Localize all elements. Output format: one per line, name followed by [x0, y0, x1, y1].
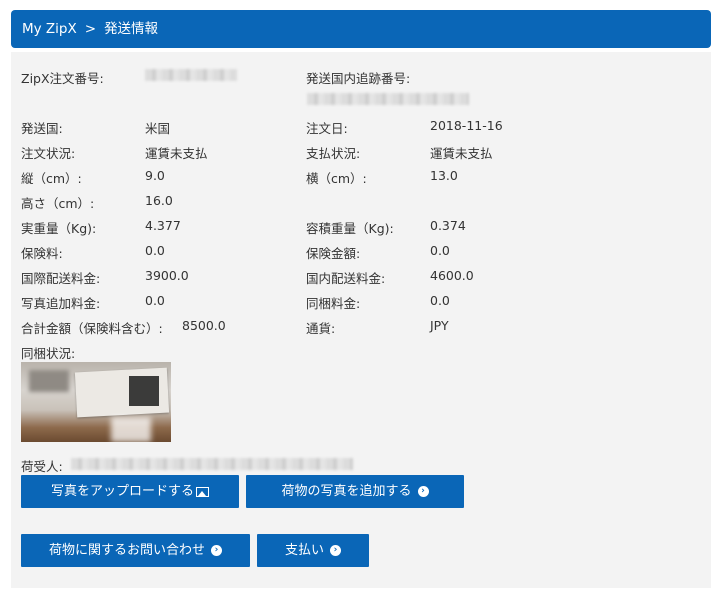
row-label: 注文状況:	[21, 146, 76, 161]
package-photo[interactable]	[21, 362, 171, 442]
row-label: 発送国:	[21, 121, 63, 136]
pay-button[interactable]: 支払い ›	[257, 534, 369, 567]
row-label: 注文日:	[306, 121, 348, 136]
order-number-label: ZipX注文番号:	[21, 71, 104, 86]
circle-arrow-right-icon: ›	[417, 486, 429, 497]
row-value: 16.0	[145, 193, 173, 208]
add-photo-button[interactable]: 荷物の写真を追加する ›	[246, 475, 464, 508]
circle-arrow-right-icon: ›	[211, 545, 222, 556]
row-label: 保険金額:	[306, 246, 361, 261]
row-value: 0.0	[430, 243, 450, 258]
circle-arrow-right-icon: ›	[330, 545, 341, 556]
recipient-label: 荷受人:	[21, 459, 63, 474]
row-value: JPY	[430, 318, 449, 333]
shipment-info-panel: ZipX注文番号: 発送国内追跡番号: 発送国: 米国 注文日: 2018-11…	[11, 52, 711, 588]
row-value: 3900.0	[145, 268, 189, 283]
add-photo-label: 荷物の写真を追加する	[281, 484, 412, 499]
domestic-tracking-redacted	[307, 93, 469, 105]
photo-blur-region	[29, 370, 69, 392]
photo-wrap	[111, 417, 151, 442]
row-label: 容積重量（Kg):	[306, 221, 394, 236]
row-value: 0.374	[430, 218, 466, 233]
order-number-redacted	[145, 69, 237, 81]
row-label: 支払状況:	[306, 146, 361, 161]
row-label: 国内配送料金:	[306, 271, 386, 286]
inquiry-button[interactable]: 荷物に関するお問い合わせ ›	[21, 534, 250, 567]
upload-photo-label: 写真をアップロードする	[50, 484, 194, 499]
domestic-tracking-label: 発送国内追跡番号:	[306, 71, 411, 86]
row-label: 縦（cm）:	[21, 171, 82, 186]
bundle-status-label: 同梱状況:	[21, 346, 76, 361]
row-value: 0.0	[430, 293, 450, 308]
row-label: 横（cm）:	[306, 171, 367, 186]
photo-package-label	[129, 376, 159, 406]
row-value: 2018-11-16	[430, 118, 503, 133]
row-value: 4.377	[145, 218, 181, 233]
row-value: 9.0	[145, 168, 165, 183]
row-label: 高さ（cm）:	[21, 196, 95, 211]
row-value: 運賃未支払	[145, 146, 208, 161]
row-value: 4600.0	[430, 268, 474, 283]
breadcrumb-current: 発送情報	[104, 21, 159, 37]
row-label: 通貨:	[306, 321, 336, 336]
recipient-redacted	[71, 458, 353, 470]
row-value: 0.0	[145, 243, 165, 258]
upload-photo-button[interactable]: 写真をアップロードする	[21, 475, 239, 508]
row-label: 実重量（Kg):	[21, 221, 97, 236]
row-value: 13.0	[430, 168, 458, 183]
breadcrumb-home-link[interactable]: My ZipX	[22, 21, 77, 37]
row-value: 0.0	[145, 293, 165, 308]
row-label: 国際配送料金:	[21, 271, 101, 286]
breadcrumb-separator: >	[84, 21, 97, 37]
row-value: 運賃未支払	[430, 146, 493, 161]
row-value: 米国	[145, 121, 171, 136]
row-value: 8500.0	[182, 318, 226, 333]
image-icon	[196, 486, 209, 497]
row-label: 合計金額（保険料含む）:	[21, 321, 163, 336]
pay-label: 支払い	[284, 543, 324, 558]
row-label: 保険料:	[21, 246, 63, 261]
row-label: 写真追加料金:	[21, 296, 101, 311]
breadcrumb-bar: My ZipX > 発送情報	[11, 10, 711, 48]
inquiry-label: 荷物に関するお問い合わせ	[48, 543, 205, 558]
row-label: 同梱料金:	[306, 296, 361, 311]
